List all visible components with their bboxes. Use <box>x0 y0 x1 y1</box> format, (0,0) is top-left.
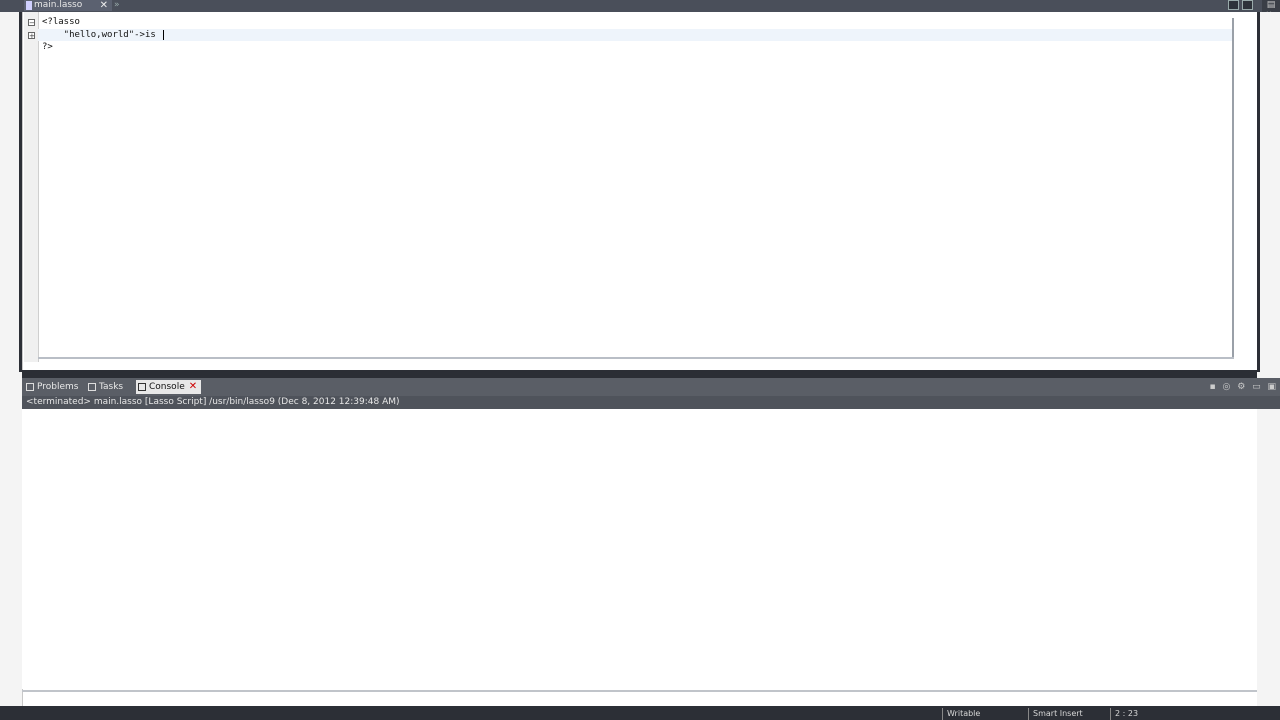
status-insert-mode: Smart Insert <box>1028 708 1087 720</box>
fold-marker-icon[interactable]: − <box>28 19 35 27</box>
maximize-editor-icon[interactable] <box>1242 0 1253 10</box>
code-editor[interactable] <box>24 12 1240 370</box>
right-trim <box>1257 12 1280 710</box>
editor-tab-label: main.lasso <box>34 0 83 10</box>
code-line-3: ?> <box>42 42 53 52</box>
console-output[interactable] <box>22 409 1257 689</box>
tab-problems[interactable]: Problems <box>24 380 78 394</box>
console-toolbar[interactable]: ▪ ◎ ⚙ ▭ ▣ <box>1190 381 1278 393</box>
editor-gutter <box>24 12 39 362</box>
problems-icon <box>26 382 34 391</box>
console-status-text: <terminated> main.lasso [Lasso Script] /… <box>26 397 400 407</box>
console-horizontal-scrollbar[interactable] <box>22 690 1257 692</box>
editor-tab-main-lasso[interactable]: main.lasso ✕ <box>24 0 112 11</box>
tasks-icon <box>88 382 96 391</box>
editor-horizontal-scrollbar[interactable] <box>38 357 1234 359</box>
tab-tasks[interactable]: Tasks <box>86 380 123 394</box>
status-bar <box>0 706 1280 720</box>
minimize-editor-icon[interactable] <box>1228 0 1239 10</box>
editor-vertical-scrollbar[interactable] <box>1232 18 1234 358</box>
code-line-1: <?lasso <box>42 17 80 27</box>
editor-tab-bar <box>0 0 1280 12</box>
status-writable: Writable <box>942 708 984 720</box>
console-icon <box>138 382 146 391</box>
close-icon[interactable]: ✕ <box>100 0 108 11</box>
text-cursor <box>163 30 164 40</box>
tab-tasks-label: Tasks <box>99 382 124 392</box>
tab-console[interactable]: Console ✕ <box>136 380 202 394</box>
lasso-file-icon <box>26 1 32 10</box>
fold-marker-icon[interactable]: + <box>28 32 35 40</box>
left-trim <box>0 12 23 710</box>
panel-sash[interactable] <box>22 370 1257 378</box>
current-line-highlight <box>38 29 1232 41</box>
view-tab-bar <box>22 378 1280 396</box>
more-tabs-icon[interactable]: » <box>114 1 126 10</box>
close-icon[interactable]: ✕ <box>189 381 197 392</box>
tab-console-label: Console <box>149 382 185 392</box>
code-line-2: "hello,world"->is <box>42 30 156 40</box>
tab-problems-label: Problems <box>37 382 79 392</box>
status-cursor-position: 2 : 23 <box>1110 708 1142 720</box>
